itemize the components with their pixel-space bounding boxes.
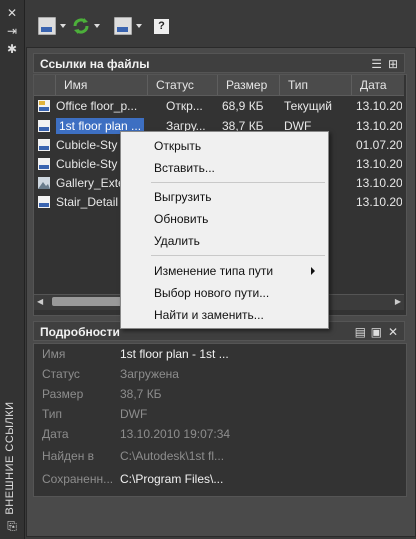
menu-item-label: Изменение типа пути (154, 264, 274, 278)
file-date: 13.10.201 (356, 195, 402, 209)
column-header-date[interactable]: Дата (352, 75, 404, 95)
detail-row: Размер 38,7 КБ (34, 384, 404, 404)
table-row[interactable]: Office floor_p... Откр... 68,9 КБ Текущи… (34, 97, 404, 116)
detail-label: Статус (42, 367, 80, 381)
menu-separator (151, 255, 325, 256)
file-references-header[interactable]: Ссылки на файлы ☰ ⊞ (33, 53, 405, 73)
details-view-icon[interactable]: ▤ (355, 322, 366, 342)
close-icon[interactable]: ✕ (388, 322, 398, 342)
column-header-type[interactable]: Тип (280, 75, 352, 95)
context-menu: Открыть Вставить... Выгрузить Обновить У… (120, 131, 329, 329)
refresh-button[interactable] (72, 16, 100, 36)
dwg-icon (38, 158, 50, 170)
submenu-arrow-icon (311, 267, 315, 275)
menu-item-select-new-path[interactable]: Выбор нового пути... (154, 284, 269, 302)
toolbar: ? (26, 12, 414, 40)
help-icon: ? (154, 18, 169, 34)
detail-label: Размер (42, 387, 84, 401)
menu-item-insert[interactable]: Вставить... (154, 159, 215, 177)
detail-label: Дата (42, 427, 69, 441)
column-header-size[interactable]: Размер (218, 75, 280, 95)
scroll-right-icon[interactable]: ▶ (395, 297, 401, 306)
file-date: 13.10.201 (356, 176, 402, 190)
column-header-row: Имя Статус Размер Тип Дата (34, 75, 404, 96)
detail-value: Загружена (120, 367, 179, 381)
file-type: Текущий (284, 99, 332, 113)
dwg-icon (38, 139, 50, 151)
dwf-icon (38, 120, 50, 132)
detail-row: Сохраненн... C:\Program Files\... (34, 469, 404, 489)
file-date: 13.10.201 (356, 119, 402, 133)
help-button[interactable]: ? (154, 16, 169, 36)
menu-item-find-replace[interactable]: Найти и заменить... (154, 306, 264, 324)
palette-title: ВНЕШНИЕ ССЫЛКИ (4, 401, 16, 515)
detail-label: Найден в (42, 449, 95, 463)
column-header-spacer (34, 75, 56, 95)
attach-dwg-button[interactable] (38, 16, 66, 36)
detail-label: Сохраненн... (42, 472, 114, 486)
file-date: 13.10.201 (356, 99, 402, 113)
settings-icon[interactable]: ✱ (5, 42, 19, 56)
palette-side-strip: ✕ ⇥ ✱ ВНЕШНИЕ ССЫЛКИ ⎘ (0, 0, 25, 539)
auto-hide-icon[interactable]: ⇥ (5, 24, 19, 38)
detail-value[interactable]: C:\Program Files\... (120, 469, 223, 489)
menu-item-detach[interactable]: Удалить (154, 232, 200, 250)
change-path-icon (114, 17, 132, 35)
menu-item-unload[interactable]: Выгрузить (154, 188, 212, 206)
detail-row: Найден в C:\Autodesk\1st fl... (34, 446, 404, 466)
change-path-button[interactable] (114, 16, 142, 36)
file-date: 01.07.201 (356, 138, 402, 152)
chevron-down-icon (136, 24, 142, 28)
attach-dwg-icon (38, 17, 56, 35)
list-view-icon[interactable]: ☰ (371, 54, 382, 74)
column-header-name[interactable]: Имя (56, 75, 148, 95)
detail-label: Имя (42, 347, 66, 361)
detail-value: 38,7 КБ (120, 387, 162, 401)
menu-item-change-path-type[interactable]: Изменение типа пути (154, 262, 315, 280)
menu-item-reload[interactable]: Обновить (154, 210, 208, 228)
detail-row: Тип DWF (34, 404, 404, 424)
detail-row: Статус Загружена (34, 364, 404, 384)
menu-item-open[interactable]: Открыть (154, 137, 201, 155)
dwg-icon (38, 100, 50, 112)
tree-view-icon[interactable]: ⊞ (388, 54, 398, 74)
palette-menu-icon[interactable]: ⎘ (5, 519, 19, 533)
detail-value: C:\Autodesk\1st fl... (120, 449, 225, 463)
refresh-icon (73, 18, 89, 34)
detail-label: Тип (42, 407, 63, 421)
close-icon[interactable]: ✕ (5, 6, 19, 20)
file-date: 13.10.201 (356, 157, 402, 171)
chevron-down-icon (60, 24, 66, 28)
dgn-icon (38, 196, 50, 208)
file-name: Office floor_p... (56, 99, 138, 113)
details-title: Подробности (40, 325, 120, 339)
file-status: Откр... (166, 99, 203, 113)
file-references-title: Ссылки на файлы (40, 57, 150, 71)
menu-separator (151, 182, 325, 183)
column-header-status[interactable]: Статус (148, 75, 218, 95)
detail-row: Дата 13.10.2010 19:07:34 (34, 424, 404, 444)
scroll-left-icon[interactable]: ◀ (37, 297, 43, 306)
chevron-down-icon (94, 24, 100, 28)
detail-value: DWF (120, 407, 148, 421)
image-icon (38, 177, 50, 189)
detail-value: 13.10.2010 19:07:34 (120, 427, 231, 441)
preview-icon[interactable]: ▣ (371, 322, 382, 342)
detail-row: Имя 1st floor plan - 1st ... (34, 344, 404, 364)
detail-value[interactable]: 1st floor plan - 1st ... (120, 344, 229, 364)
file-size: 68,9 КБ (222, 99, 264, 113)
